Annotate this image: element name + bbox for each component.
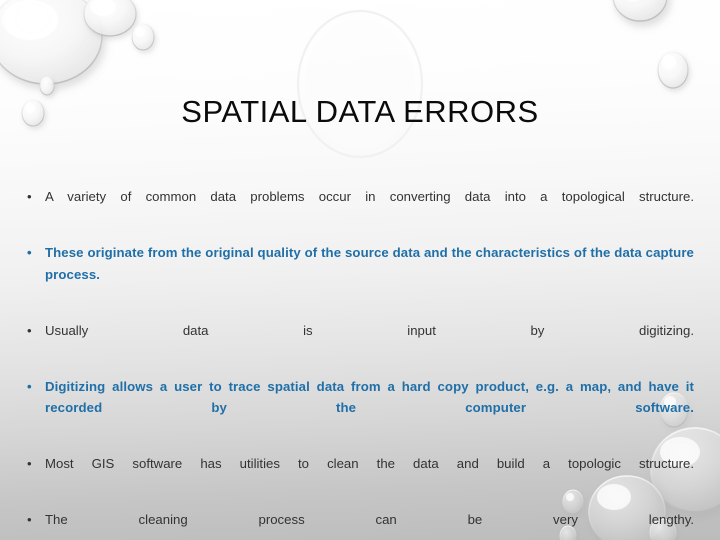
bullet-marker-icon: •: [27, 245, 32, 260]
bullet-text: These originate from the original qualit…: [45, 245, 694, 282]
droplet-top-right-small: [657, 51, 689, 89]
droplet-top-right-large: [612, 0, 668, 22]
slide-body-content: • A variety of common data problems occu…: [22, 186, 694, 540]
bullet-text: A variety of common data problems occur …: [45, 189, 694, 204]
bullet-item: • A variety of common data problems occu…: [22, 186, 694, 229]
bullet-item: • The cleaning process can be very lengt…: [22, 509, 694, 540]
bullet-text: Most GIS software has utilities to clean…: [45, 456, 694, 471]
bullet-marker-icon: •: [27, 322, 32, 338]
bullet-marker-icon: •: [27, 189, 32, 204]
bullet-item: • These originate from the original qual…: [22, 242, 694, 307]
bullet-item: • Digitizing allows a user to trace spat…: [22, 376, 694, 441]
droplet-top-left-medium: [83, 0, 137, 37]
droplet-top-left-small: [131, 23, 155, 51]
bullet-marker-icon: •: [27, 378, 32, 394]
droplet-title-backdrop: [296, 9, 424, 159]
bullet-text: The cleaning process can be very lengthy…: [45, 512, 694, 527]
bullet-item: • Usually data is input by digitizing.: [22, 320, 694, 363]
bullet-text: Usually data is input by digitizing.: [45, 322, 694, 338]
bullet-marker-icon: •: [27, 456, 32, 471]
bullet-marker-icon: •: [27, 512, 32, 527]
droplet-top-left-large: [0, 0, 103, 85]
bullet-item: • Most GIS software has utilities to cle…: [22, 453, 694, 496]
presentation-slide: SPATIAL DATA ERRORS • A variety of commo…: [0, 0, 720, 540]
bullet-text: Digitizing allows a user to trace spatia…: [45, 378, 694, 416]
slide-title: SPATIAL DATA ERRORS: [181, 94, 539, 129]
